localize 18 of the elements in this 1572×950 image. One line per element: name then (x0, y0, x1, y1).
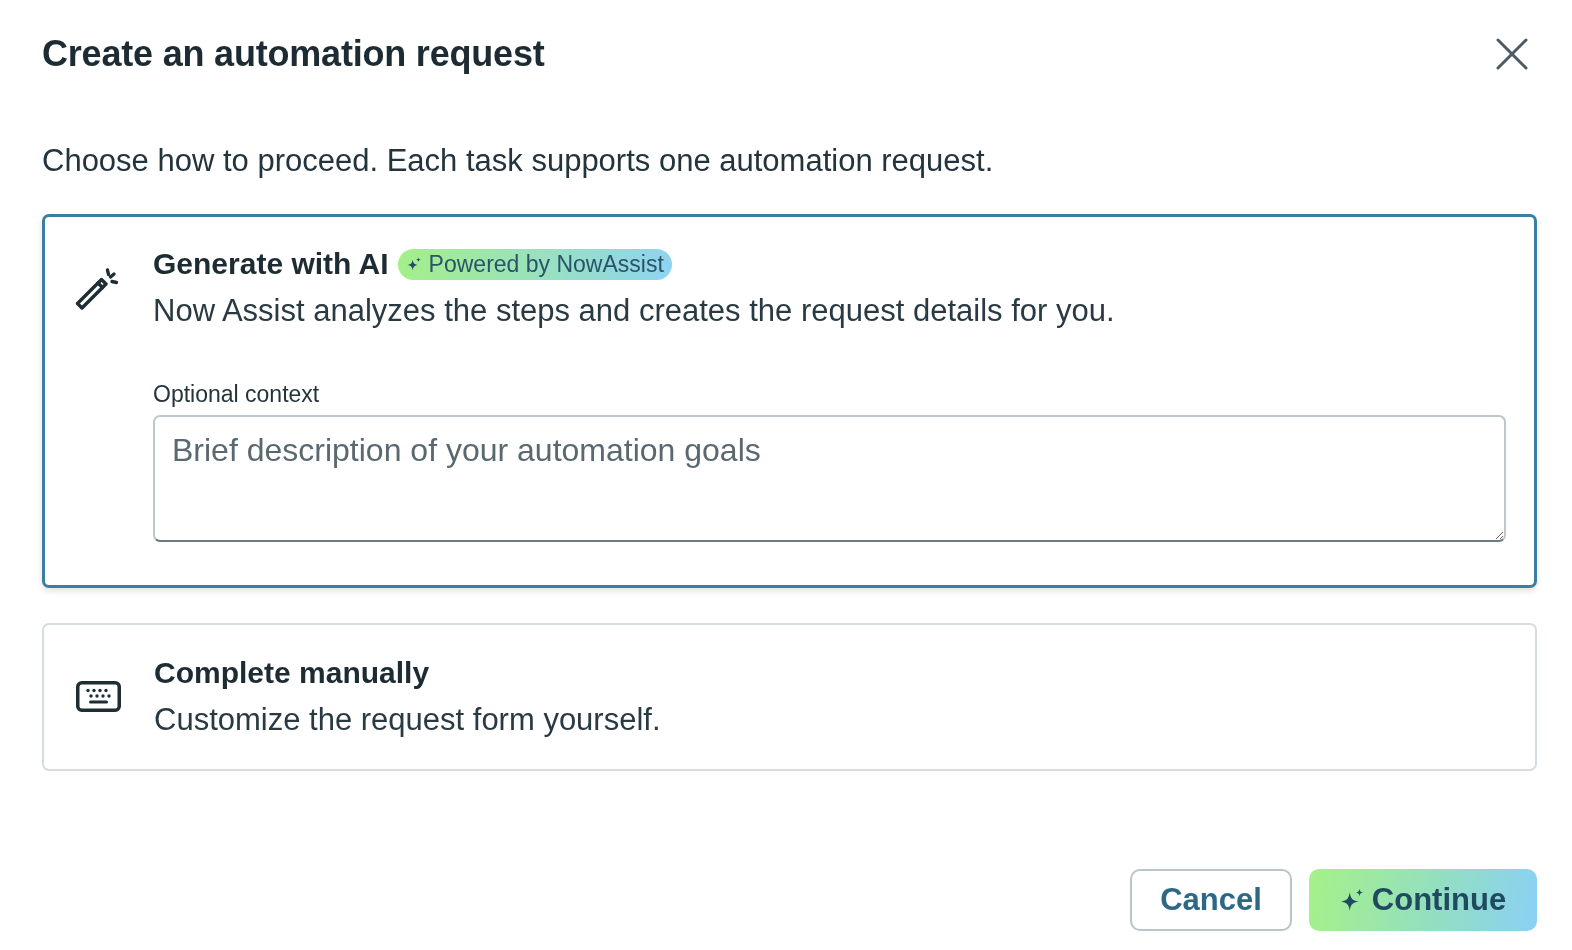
option-title: Complete manually (154, 655, 430, 691)
option-card[interactable]: Complete manually Customize the request form yourself. (42, 623, 1537, 771)
sparkle-icon (1339, 888, 1364, 912)
close-icon (1496, 38, 1528, 70)
context-field[interactable]: Brief description of your automation goals (153, 415, 1506, 542)
option-description: Customize the request form yourself. (154, 702, 661, 738)
option-card[interactable]: Generate with AI Powered by NowAssist Now Assist analyzes the steps and creates the request details for you. Optional context Brief description of your automation goals (42, 214, 1537, 588)
sparkle-icon (406, 257, 421, 271)
option-title: Generate with AI (153, 246, 389, 282)
close-button[interactable] (1496, 38, 1528, 70)
dialog-title: Create an automation request (42, 33, 545, 75)
cancel-button[interactable]: Cancel (1130, 869, 1292, 931)
badge-label: Powered by NowAssist (428, 249, 664, 279)
intro-text: Choose how to proceed. Each task supports one automation request. (42, 143, 995, 179)
field-label: Optional context (153, 381, 321, 408)
option-description: Now Assist analyzes the steps and creates the request details for you. (153, 293, 1115, 329)
keyboard-icon (75, 680, 121, 712)
continue-button[interactable]: Continue (1309, 869, 1537, 931)
